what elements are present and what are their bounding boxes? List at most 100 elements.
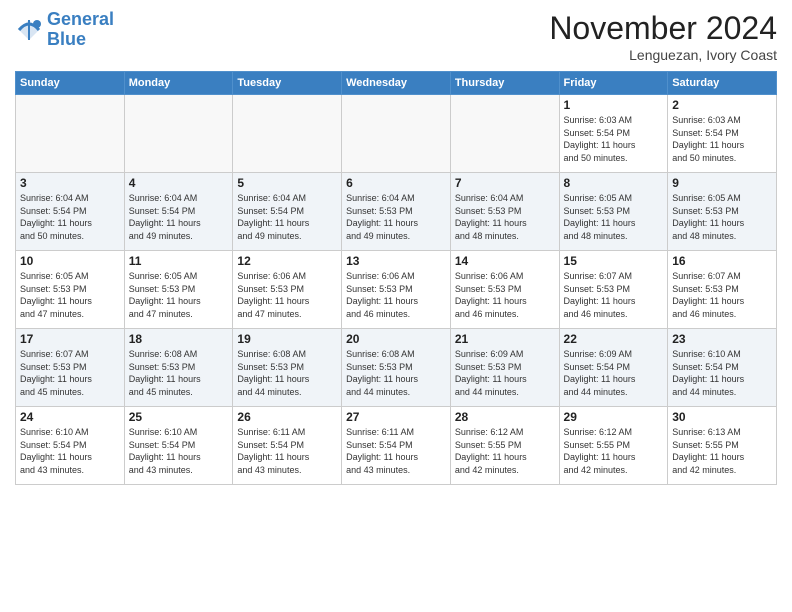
day-info: Sunrise: 6:11 AM Sunset: 5:54 PM Dayligh… (346, 426, 446, 476)
calendar-cell: 25 Sunrise: 6:10 AM Sunset: 5:54 PM Dayli… (124, 407, 233, 485)
calendar-cell: 30 Sunrise: 6:13 AM Sunset: 5:55 PM Dayli… (668, 407, 777, 485)
day-number: 30 (672, 410, 772, 424)
day-info: Sunrise: 6:12 AM Sunset: 5:55 PM Dayligh… (455, 426, 555, 476)
day-number: 16 (672, 254, 772, 268)
day-number: 21 (455, 332, 555, 346)
calendar-cell: 3Sunrise: 6:04 AM Sunset: 5:54 PM Daylig… (16, 173, 125, 251)
calendar-week-row: 3Sunrise: 6:04 AM Sunset: 5:54 PM Daylig… (16, 173, 777, 251)
day-info: Sunrise: 6:06 AM Sunset: 5:53 PM Dayligh… (455, 270, 555, 320)
day-info: Sunrise: 6:04 AM Sunset: 5:54 PM Dayligh… (237, 192, 337, 242)
calendar-cell: 1Sunrise: 6:03 AM Sunset: 5:54 PM Daylig… (559, 95, 668, 173)
day-info: Sunrise: 6:07 AM Sunset: 5:53 PM Dayligh… (20, 348, 120, 398)
day-number: 13 (346, 254, 446, 268)
weekday-header-friday: Friday (559, 72, 668, 95)
calendar-cell: 8 Sunrise: 6:05 AM Sunset: 5:53 PM Daylig… (559, 173, 668, 251)
day-info: Sunrise: 6:08 AM Sunset: 5:53 PM Dayligh… (129, 348, 229, 398)
calendar-cell: 7Sunrise: 6:04 AM Sunset: 5:53 PM Daylig… (450, 173, 559, 251)
day-info: Sunrise: 6:10 AM Sunset: 5:54 PM Dayligh… (20, 426, 120, 476)
weekday-header-saturday: Saturday (668, 72, 777, 95)
day-number: 8 (564, 176, 664, 190)
calendar-cell: 15 Sunrise: 6:07 AM Sunset: 5:53 PM Dayli… (559, 251, 668, 329)
calendar-cell: 26Sunrise: 6:11 AM Sunset: 5:54 PM Dayli… (233, 407, 342, 485)
day-number: 11 (129, 254, 229, 268)
day-number: 18 (129, 332, 229, 346)
day-number: 28 (455, 410, 555, 424)
day-info: Sunrise: 6:04 AM Sunset: 5:53 PM Dayligh… (346, 192, 446, 242)
day-info: Sunrise: 6:05 AM Sunset: 5:53 PM Dayligh… (672, 192, 772, 242)
calendar-cell: 17 Sunrise: 6:07 AM Sunset: 5:53 PM Dayli… (16, 329, 125, 407)
calendar-cell: 18 Sunrise: 6:08 AM Sunset: 5:53 PM Dayli… (124, 329, 233, 407)
calendar-cell: 2Sunrise: 6:03 AM Sunset: 5:54 PM Daylig… (668, 95, 777, 173)
calendar-week-row: 10 Sunrise: 6:05 AM Sunset: 5:53 PM Dayli… (16, 251, 777, 329)
logo-text: General Blue (47, 10, 114, 50)
calendar-cell (16, 95, 125, 173)
calendar-cell: 12Sunrise: 6:06 AM Sunset: 5:53 PM Dayli… (233, 251, 342, 329)
day-info: Sunrise: 6:03 AM Sunset: 5:54 PM Dayligh… (564, 114, 664, 164)
calendar-cell: 5Sunrise: 6:04 AM Sunset: 5:54 PM Daylig… (233, 173, 342, 251)
day-number: 19 (237, 332, 337, 346)
day-info: Sunrise: 6:07 AM Sunset: 5:53 PM Dayligh… (564, 270, 664, 320)
logo: General Blue (15, 10, 114, 50)
calendar-cell: 9 Sunrise: 6:05 AM Sunset: 5:53 PM Daylig… (668, 173, 777, 251)
day-number: 20 (346, 332, 446, 346)
day-number: 12 (237, 254, 337, 268)
day-number: 22 (564, 332, 664, 346)
day-number: 24 (20, 410, 120, 424)
day-info: Sunrise: 6:09 AM Sunset: 5:53 PM Dayligh… (455, 348, 555, 398)
weekday-header-wednesday: Wednesday (342, 72, 451, 95)
day-info: Sunrise: 6:08 AM Sunset: 5:53 PM Dayligh… (346, 348, 446, 398)
day-number: 25 (129, 410, 229, 424)
day-info: Sunrise: 6:05 AM Sunset: 5:53 PM Dayligh… (20, 270, 120, 320)
day-number: 9 (672, 176, 772, 190)
day-info: Sunrise: 6:05 AM Sunset: 5:53 PM Dayligh… (564, 192, 664, 242)
calendar-cell (342, 95, 451, 173)
page: General Blue November 2024 Lenguezan, Iv… (0, 0, 792, 612)
day-number: 23 (672, 332, 772, 346)
weekday-header-thursday: Thursday (450, 72, 559, 95)
calendar-cell: 29Sunrise: 6:12 AM Sunset: 5:55 PM Dayli… (559, 407, 668, 485)
calendar-cell: 14Sunrise: 6:06 AM Sunset: 5:53 PM Dayli… (450, 251, 559, 329)
calendar-week-row: 17 Sunrise: 6:07 AM Sunset: 5:53 PM Dayli… (16, 329, 777, 407)
day-number: 15 (564, 254, 664, 268)
logo-icon (15, 16, 43, 44)
calendar-cell (233, 95, 342, 173)
day-info: Sunrise: 6:07 AM Sunset: 5:53 PM Dayligh… (672, 270, 772, 320)
day-number: 4 (129, 176, 229, 190)
day-info: Sunrise: 6:10 AM Sunset: 5:54 PM Dayligh… (672, 348, 772, 398)
weekday-header-tuesday: Tuesday (233, 72, 342, 95)
location: Lenguezan, Ivory Coast (549, 47, 777, 63)
day-info: Sunrise: 6:04 AM Sunset: 5:54 PM Dayligh… (20, 192, 120, 242)
day-info: Sunrise: 6:09 AM Sunset: 5:54 PM Dayligh… (564, 348, 664, 398)
day-info: Sunrise: 6:10 AM Sunset: 5:54 PM Dayligh… (129, 426, 229, 476)
month-title: November 2024 (549, 10, 777, 47)
logo-general: General (47, 9, 114, 29)
day-number: 6 (346, 176, 446, 190)
logo-blue: Blue (47, 29, 86, 49)
calendar-cell (450, 95, 559, 173)
day-info: Sunrise: 6:13 AM Sunset: 5:55 PM Dayligh… (672, 426, 772, 476)
weekday-header-monday: Monday (124, 72, 233, 95)
calendar-week-row: 1Sunrise: 6:03 AM Sunset: 5:54 PM Daylig… (16, 95, 777, 173)
calendar-cell: 19Sunrise: 6:08 AM Sunset: 5:53 PM Dayli… (233, 329, 342, 407)
title-block: November 2024 Lenguezan, Ivory Coast (549, 10, 777, 63)
calendar-cell: 16 Sunrise: 6:07 AM Sunset: 5:53 PM Dayli… (668, 251, 777, 329)
calendar-cell: 11Sunrise: 6:05 AM Sunset: 5:53 PM Dayli… (124, 251, 233, 329)
weekday-header-sunday: Sunday (16, 72, 125, 95)
calendar-cell: 23 Sunrise: 6:10 AM Sunset: 5:54 PM Dayli… (668, 329, 777, 407)
calendar-week-row: 24 Sunrise: 6:10 AM Sunset: 5:54 PM Dayli… (16, 407, 777, 485)
day-info: Sunrise: 6:12 AM Sunset: 5:55 PM Dayligh… (564, 426, 664, 476)
day-number: 27 (346, 410, 446, 424)
calendar-table: SundayMondayTuesdayWednesdayThursdayFrid… (15, 71, 777, 485)
calendar-header-row: SundayMondayTuesdayWednesdayThursdayFrid… (16, 72, 777, 95)
calendar-cell: 27 Sunrise: 6:11 AM Sunset: 5:54 PM Dayli… (342, 407, 451, 485)
calendar-cell: 6 Sunrise: 6:04 AM Sunset: 5:53 PM Daylig… (342, 173, 451, 251)
day-number: 26 (237, 410, 337, 424)
day-number: 10 (20, 254, 120, 268)
calendar-cell: 13Sunrise: 6:06 AM Sunset: 5:53 PM Dayli… (342, 251, 451, 329)
day-number: 7 (455, 176, 555, 190)
calendar-cell: 28 Sunrise: 6:12 AM Sunset: 5:55 PM Dayli… (450, 407, 559, 485)
day-number: 17 (20, 332, 120, 346)
calendar-cell: 21 Sunrise: 6:09 AM Sunset: 5:53 PM Dayli… (450, 329, 559, 407)
calendar-cell: 10 Sunrise: 6:05 AM Sunset: 5:53 PM Dayli… (16, 251, 125, 329)
day-info: Sunrise: 6:03 AM Sunset: 5:54 PM Dayligh… (672, 114, 772, 164)
